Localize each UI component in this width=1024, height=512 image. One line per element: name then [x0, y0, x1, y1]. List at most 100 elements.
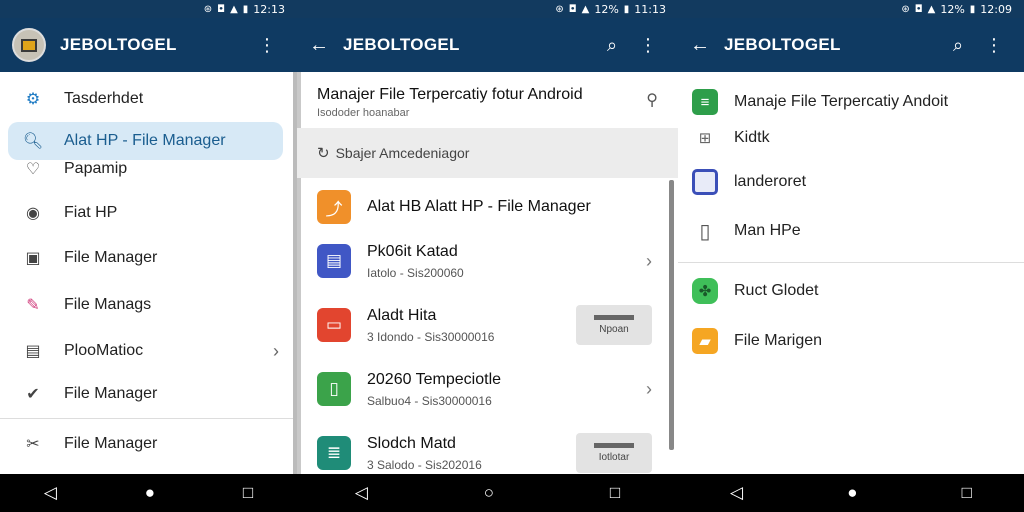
search-field[interactable]: ↻ Sbajer Amcedeniagor	[297, 128, 678, 178]
home-nav-icon[interactable]: ○	[484, 483, 494, 503]
wifi-icon: ▲	[927, 3, 936, 15]
menu-item[interactable]: ▰ File Marigen	[692, 321, 1010, 361]
battery-icon: ▮	[969, 3, 976, 15]
chevron-right-icon: ›	[646, 378, 652, 399]
back-arrow-icon[interactable]: ←	[309, 34, 343, 57]
tools-icon: ✂	[26, 436, 40, 453]
status-battery: 12%	[594, 2, 619, 16]
divider	[0, 418, 297, 419]
recents-nav-icon[interactable]: □	[610, 483, 620, 503]
pen-icon: ✎	[26, 297, 40, 314]
battery-icon: ▮	[623, 3, 630, 15]
open-button[interactable]: Iotlotar	[576, 433, 652, 473]
folder-icon: ▣	[25, 250, 41, 267]
drawer-item-label: File Manager	[64, 249, 158, 266]
wifi-icon: ▲	[581, 3, 590, 15]
item-name: Aladt Hita	[367, 306, 437, 324]
check-icon: ✔	[26, 386, 40, 403]
app-bar: ← JEBOLTOGEL ⌕ ⋮	[297, 18, 678, 72]
menu-item[interactable]: ≡ Manaje File Terpercatiy Andoit	[692, 82, 1010, 122]
app-title: JEBOLTOGEL	[343, 35, 460, 54]
drawer-item-4[interactable]: ▣ File Manager	[8, 239, 283, 277]
tablet-icon: ▯	[699, 220, 711, 243]
list-item[interactable]: ▯ 20260 Tempeciotle Salbuo4 - Sis3000001…	[317, 360, 652, 418]
status-battery: 12%	[940, 2, 965, 16]
card-icon: ▭	[317, 308, 351, 342]
drawer-item-7[interactable]: ✔ File Manager	[8, 375, 283, 413]
list-icon: ≣	[317, 436, 351, 470]
back-arrow-icon[interactable]: ←	[690, 34, 724, 57]
menu-item[interactable]: ✤ Ruct Glodet	[692, 271, 1010, 311]
notification-icon: ⊛	[203, 3, 213, 15]
back-nav-icon[interactable]: ◁	[730, 483, 743, 503]
chevron-right-icon: ›	[646, 250, 652, 271]
drawer-item-3[interactable]: ◉ Fiat HP	[8, 194, 283, 232]
menu-item-label: Man HPe	[734, 222, 801, 239]
status-time: 12:13	[253, 2, 285, 16]
list-header: Manajer File Terpercatiy fotur Android I…	[297, 72, 678, 128]
shield-icon: ◘	[914, 3, 923, 15]
shield-icon: ◘	[217, 3, 226, 15]
status-time: 11:13	[634, 2, 666, 16]
drawer-item-label: File Manager	[64, 385, 158, 402]
open-button[interactable]: Npoan	[576, 305, 652, 345]
recents-nav-icon[interactable]: □	[243, 483, 253, 503]
menu-item-label: Ruct Glodet	[734, 282, 819, 299]
file-tree-icon: ⊞	[698, 130, 712, 147]
drawer-item-0[interactable]: ⚙ Tasderhdet	[8, 80, 283, 118]
drawer-item-label: Tasderhdet	[64, 90, 144, 107]
search-icon: 🔍︎	[22, 133, 44, 150]
scrollbar[interactable]	[669, 180, 674, 450]
open-button-label: Iotlotar	[598, 452, 630, 463]
navigation-drawer: ⚙ Tasderhdet 🔍︎ Alat HP - File Manager ♡…	[0, 72, 297, 474]
search-placeholder: Sbajer Amcedeniagor	[335, 145, 470, 161]
item-meta: 3 Salodo - Sis202016	[367, 457, 482, 472]
item-name: Alat HB Alatt HP - File Manager	[367, 198, 591, 215]
menu-item-label: landeroret	[734, 173, 807, 190]
more-options-icon[interactable]: ⋮	[976, 35, 1012, 56]
system-nav-bar: ◁ ○ □	[297, 474, 678, 512]
drawer-item-label: PlooMatioc	[64, 342, 144, 359]
drawer-item-label: Alat HP - File Manager	[64, 132, 226, 149]
app-title: JEBOLTOGEL	[724, 35, 841, 54]
drawer-item-8[interactable]: ✂ File Manager	[8, 425, 283, 463]
menu-item[interactable]: ⊞ Kidtk	[692, 118, 1010, 158]
back-nav-icon[interactable]: ◁	[355, 483, 368, 503]
recents-nav-icon[interactable]: □	[962, 483, 972, 503]
document-icon: ▤	[317, 244, 351, 278]
search-icon[interactable]: ⌕	[594, 35, 630, 56]
item-meta: Salbuo4 - Sis30000016	[367, 393, 492, 408]
app-bar: ← JEBOLTOGEL ⌕ ⋮	[678, 18, 1024, 72]
camera-icon: ◉	[26, 205, 40, 222]
sheet-icon: ≡	[692, 89, 718, 115]
app-bar: JEBOLTOGEL ⋮	[0, 18, 297, 72]
list-item[interactable]: ⤴ Alat HB Alatt HP - File Manager	[317, 178, 652, 236]
pin-icon[interactable]: ⚲	[646, 90, 658, 110]
item-meta: 3 Idondo - Sis30000016	[367, 329, 495, 344]
item-name: Pk06it Katad	[367, 242, 458, 260]
home-nav-icon[interactable]: ●	[145, 483, 155, 503]
back-nav-icon[interactable]: ◁	[44, 483, 57, 503]
avatar[interactable]	[12, 28, 46, 62]
menu-item[interactable]: ▯ Man HPe	[692, 211, 1010, 251]
drawer-item-6[interactable]: ▤ PlooMatioc ›	[8, 332, 283, 370]
home-nav-icon[interactable]: ●	[847, 483, 857, 503]
search-icon[interactable]: ⌕	[940, 35, 976, 56]
gear-icon: ⚙	[25, 91, 41, 108]
chevron-right-icon: ›	[273, 340, 279, 361]
drawer-item-5[interactable]: ✎ File Manags	[8, 286, 283, 324]
clipboard-icon: ▤	[25, 343, 41, 360]
list-item[interactable]: ▤ Pk06it Katad Iatolo - Sis200060 ›	[317, 232, 652, 290]
more-options-icon[interactable]: ⋮	[249, 35, 285, 56]
more-options-icon[interactable]: ⋮	[630, 35, 666, 56]
status-bar: ⊛ ◘ ▲ ▮ 12:13	[0, 0, 297, 18]
drawer-item-2[interactable]: ♡ Papamip	[8, 150, 283, 188]
status-bar: ⊛ ◘ ▲ 12% ▮ 12:09	[678, 0, 1024, 18]
list-item[interactable]: ▭ Aladt Hita 3 Idondo - Sis30000016 Npoa…	[317, 296, 652, 354]
menu-item[interactable]: landeroret	[692, 162, 1010, 202]
android-icon: ✤	[692, 278, 718, 304]
notification-icon: ⊛	[901, 3, 910, 15]
system-nav-bar: ◁ ● □	[678, 474, 1024, 512]
screen-file-list: ⊛ ◘ ▲ 12% ▮ 11:13 ← JEBOLTOGEL ⌕ ⋮ Manaj…	[297, 0, 678, 512]
folder-icon: ▰	[692, 328, 718, 354]
